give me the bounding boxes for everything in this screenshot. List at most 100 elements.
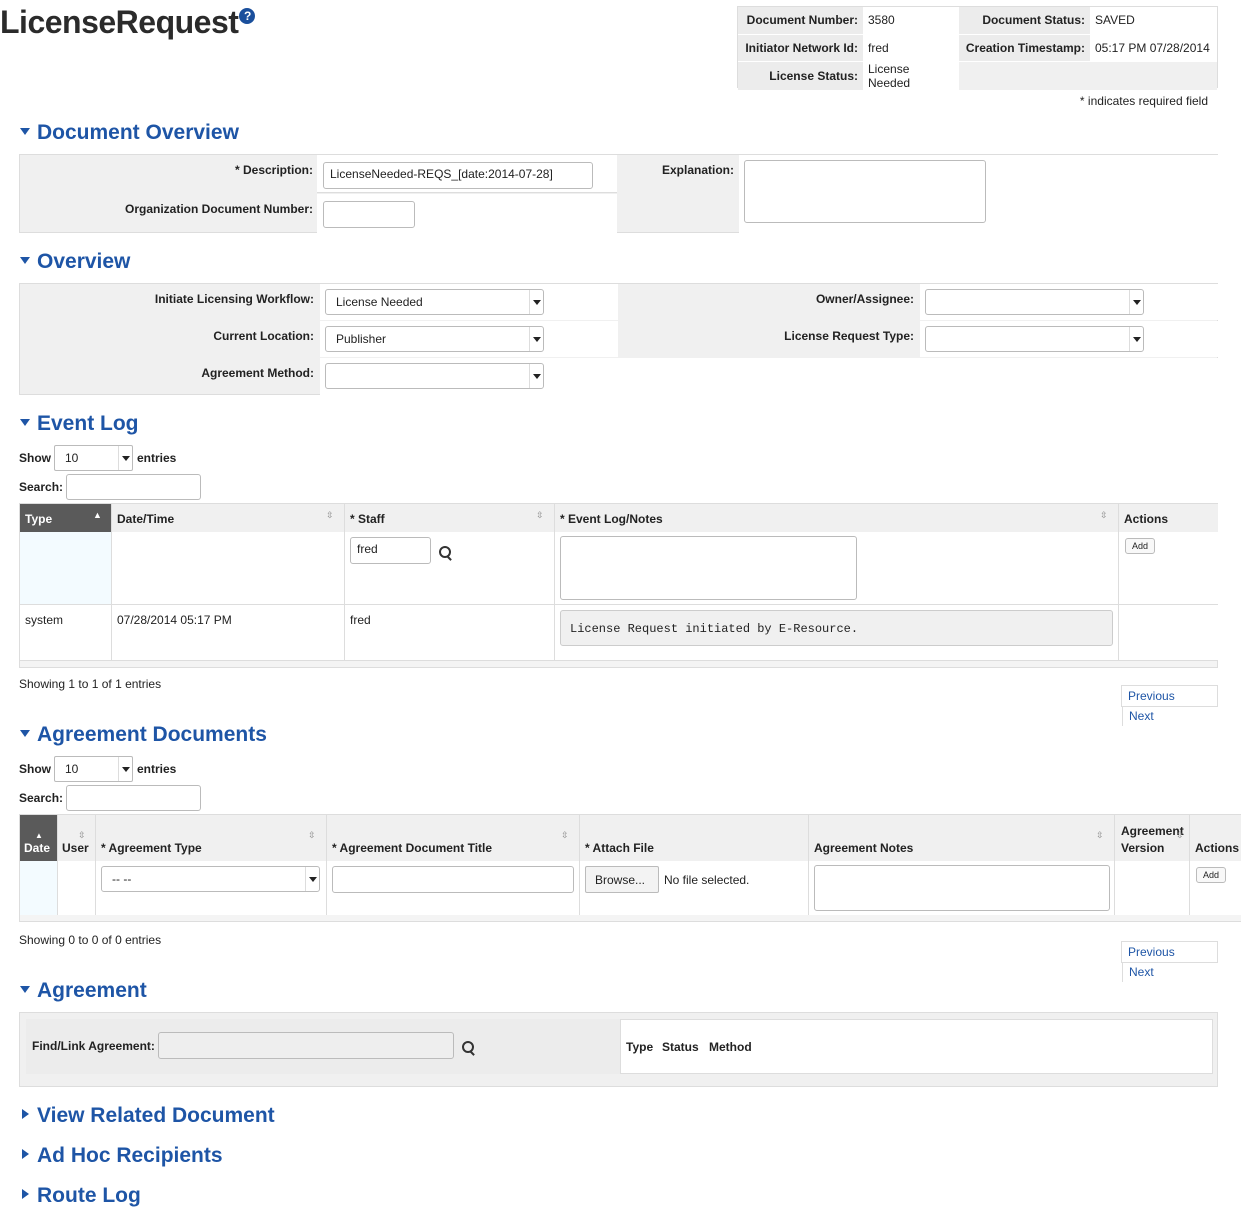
- column-header-datetime[interactable]: Date/Time ⇳: [111, 504, 344, 532]
- add-agreement-doc-button[interactable]: Add: [1196, 867, 1227, 883]
- section-route-log[interactable]: Route Log: [19, 1184, 141, 1208]
- staff-input[interactable]: fred: [350, 537, 431, 564]
- next-button[interactable]: Next: [1122, 706, 1160, 726]
- add-row-title-cell: [326, 861, 579, 915]
- agreement-docs-page-size-select[interactable]: 10: [54, 756, 133, 782]
- section-agreement[interactable]: Agreement: [19, 979, 147, 1003]
- column-label: Date: [24, 841, 51, 855]
- column-header-document-title[interactable]: * Agreement Document Title ⇳: [326, 815, 579, 861]
- previous-button[interactable]: Previous: [1122, 942, 1181, 962]
- column-header-staff[interactable]: * Staff ⇳: [344, 504, 554, 532]
- location-label: Current Location:: [213, 329, 314, 343]
- help-icon[interactable]: ?: [239, 8, 256, 24]
- creation-label: Creation Timestamp:: [959, 34, 1090, 62]
- event-log-pager: PreviousNext: [1121, 685, 1218, 726]
- agreement-docs-showing: Showing 0 to 0 of 0 entries: [19, 933, 162, 947]
- workflow-select-value: License Needed: [336, 295, 423, 309]
- column-header-agreement-type[interactable]: * Agreement Type ⇳: [95, 815, 326, 861]
- event-notes-textarea[interactable]: [560, 536, 857, 600]
- column-header-agreement-notes[interactable]: Agreement Notes ⇳: [808, 815, 1114, 861]
- chevron-down-icon: [1129, 327, 1143, 351]
- expand-triangle-icon: [22, 1109, 29, 1120]
- section-view-related-document[interactable]: View Related Document: [19, 1104, 275, 1128]
- column-header-agreement-version[interactable]: Agreement Version ⇳: [1114, 815, 1189, 861]
- workflow-label: Initiate Licensing Workflow:: [154, 292, 314, 306]
- search-label: Search:: [19, 480, 64, 494]
- overview-panel: Initiate Licensing Workflow: License Nee…: [19, 283, 1218, 395]
- owner-select[interactable]: [925, 289, 1144, 315]
- add-row-file-cell: Browse... No file selected.: [579, 861, 808, 915]
- request-type-select[interactable]: [925, 326, 1144, 352]
- required-note: * indicates required field: [1079, 94, 1208, 108]
- find-agreement-label: Find/Link Agreement:: [32, 1039, 155, 1053]
- add-event-button[interactable]: Add: [1125, 538, 1156, 554]
- column-header-actions: Actions: [1118, 504, 1218, 532]
- add-row-user-cell: [57, 861, 95, 915]
- section-agreement-documents[interactable]: Agreement Documents: [19, 723, 267, 747]
- column-header-date[interactable]: ▲ Date: [20, 815, 57, 861]
- column-label: * Agreement Document Title: [332, 841, 493, 855]
- expand-triangle-icon: [22, 1149, 29, 1160]
- event-log-showing: Showing 1 to 1 of 1 entries: [19, 677, 162, 691]
- column-header-notes[interactable]: * Event Log/Notes ⇳: [554, 504, 1118, 532]
- agreement-method-label: Agreement Method:: [201, 366, 314, 380]
- description-input[interactable]: LicenseNeeded-REQS_[date:2014-07-28]: [323, 162, 593, 189]
- page-size-value: 10: [65, 451, 79, 465]
- sort-icon: ⇳: [1100, 510, 1108, 520]
- agreement-notes-textarea[interactable]: [814, 865, 1110, 911]
- agreement-type-select[interactable]: -- --: [101, 866, 320, 892]
- cell-text: 07/28/2014 05:17 PM: [117, 613, 232, 627]
- event-log-page-size-select[interactable]: 10: [54, 445, 133, 471]
- table-row-datetime: 07/28/2014 05:17 PM: [111, 605, 344, 661]
- workflow-select[interactable]: License Needed: [325, 289, 544, 315]
- org-doc-number-input[interactable]: [323, 201, 415, 228]
- section-title: Route Log: [37, 1184, 141, 1207]
- show-label: Show: [19, 762, 51, 776]
- table-row-type: system: [20, 605, 111, 661]
- sort-icon: ⇳: [1176, 830, 1184, 840]
- section-title: Document Overview: [37, 121, 239, 144]
- section-overview[interactable]: Overview: [19, 250, 130, 274]
- section-title: Agreement Documents: [37, 723, 267, 746]
- add-row-actions-cell: Add: [1118, 532, 1218, 605]
- doc-status-value: SAVED: [1090, 7, 1217, 35]
- no-file-text: No file selected.: [664, 873, 750, 887]
- find-agreement-input[interactable]: [158, 1032, 454, 1059]
- explanation-textarea[interactable]: [744, 160, 986, 223]
- creation-value: 05:17 PM 07/28/2014: [1090, 34, 1217, 62]
- section-title: Event Log: [37, 412, 139, 435]
- license-status-value: License Needed: [863, 61, 959, 91]
- column-label: Date/Time: [117, 512, 175, 526]
- agreement-method-select[interactable]: [325, 363, 544, 389]
- column-header-type[interactable]: Type ▲: [20, 504, 111, 532]
- initiator-value: fred: [863, 34, 959, 62]
- table-row-staff: fred: [344, 605, 554, 661]
- search-icon[interactable]: [439, 546, 453, 560]
- find-agreement-area: Find/Link Agreement:: [26, 1019, 620, 1074]
- section-title: Ad Hoc Recipients: [37, 1144, 223, 1167]
- collapse-triangle-icon: [20, 729, 30, 737]
- previous-button[interactable]: Previous: [1122, 686, 1181, 706]
- column-label: * Attach File: [585, 841, 654, 855]
- agreement-result-area: Type Status Method: [620, 1019, 1213, 1074]
- section-event-log[interactable]: Event Log: [19, 412, 139, 436]
- event-log-search-input[interactable]: [66, 474, 201, 500]
- page-title: LicenseRequest?: [0, 4, 256, 41]
- event-notes-readonly: License Request initiated by E-Resource.: [560, 610, 1113, 646]
- section-ad-hoc-recipients[interactable]: Ad Hoc Recipients: [19, 1144, 223, 1168]
- add-row-staff-cell: fred: [344, 532, 554, 605]
- type-select-value: -- --: [112, 872, 132, 886]
- document-header: Document Number: 3580 Document Status: S…: [737, 6, 1218, 91]
- agreement-panel: Find/Link Agreement: Type Status Method: [19, 1012, 1218, 1087]
- next-button[interactable]: Next: [1122, 962, 1160, 982]
- document-title-input[interactable]: [332, 866, 574, 893]
- search-icon[interactable]: [462, 1041, 476, 1055]
- cell-text: system: [25, 613, 64, 627]
- section-document-overview[interactable]: Document Overview: [19, 121, 239, 145]
- browse-button[interactable]: Browse...: [585, 866, 659, 893]
- column-header-user[interactable]: ⇳ User: [57, 815, 95, 861]
- chevron-down-icon: [1129, 290, 1143, 314]
- section-title: Agreement: [37, 979, 147, 1002]
- agreement-docs-search-input[interactable]: [66, 785, 201, 811]
- location-select[interactable]: Publisher: [325, 326, 544, 352]
